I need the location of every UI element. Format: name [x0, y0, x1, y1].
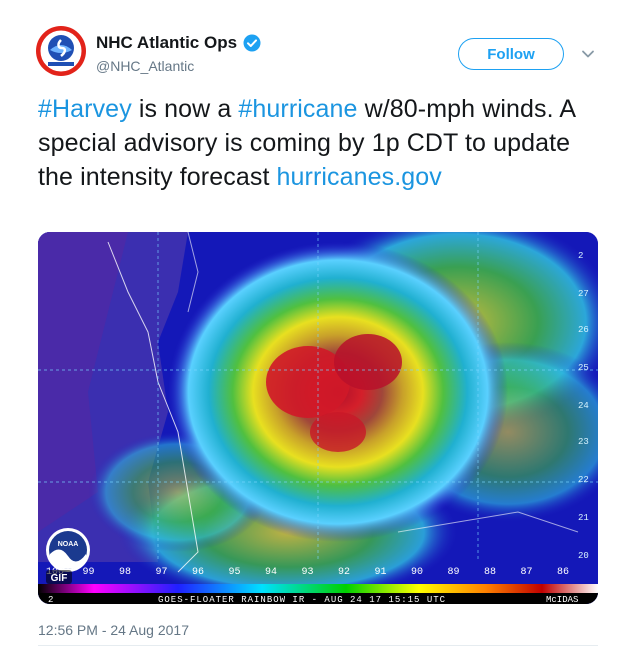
gif-badge: GIF — [46, 570, 72, 584]
mcidas-credit: McIDAS — [546, 595, 578, 604]
hashtag-link[interactable]: #hurricane — [238, 95, 357, 123]
longitude-label: 94 — [265, 567, 277, 578]
latitude-label: 23 — [578, 437, 589, 447]
latitude-label: 2 — [578, 251, 583, 261]
noaa-logo-icon: NOAA — [46, 528, 90, 572]
url-link[interactable]: hurricanes.gov — [277, 163, 442, 191]
longitude-label: 92 — [338, 567, 350, 578]
latitude-label: 21 — [578, 513, 589, 523]
longitude-label: 98 — [119, 567, 131, 578]
nhc-seal-icon[interactable] — [36, 26, 86, 76]
chevron-down-icon[interactable] — [580, 46, 596, 62]
account-names: NHC Atlantic Ops @NHC_Atlantic — [96, 33, 261, 74]
account-handle[interactable]: @NHC_Atlantic — [96, 58, 261, 74]
follow-button[interactable]: Follow — [458, 38, 564, 70]
longitude-label: 89 — [448, 567, 460, 578]
latitude-label: 20 — [578, 551, 589, 561]
tweet-text-segment: is now a — [131, 95, 239, 123]
hashtag-link[interactable]: #Harvey — [38, 95, 132, 123]
latitude-label: 27 — [578, 289, 589, 299]
hurricane-satellite-image[interactable]: 22726252423222120 1009998979695949392919… — [38, 232, 598, 604]
display-name[interactable]: NHC Atlantic Ops — [96, 33, 261, 53]
longitude-label: 96 — [192, 567, 204, 578]
longitude-label: 93 — [302, 567, 314, 578]
latitude-label: 26 — [578, 325, 589, 335]
tweet-header: NHC Atlantic Ops @NHC_Atlantic Follow — [0, 0, 636, 90]
tweet-timestamp[interactable]: 12:56 PM - 24 Aug 2017 — [38, 622, 189, 638]
display-name-text[interactable]: NHC Atlantic Ops — [96, 33, 237, 53]
gif-label: GIF — [51, 573, 68, 584]
longitude-label: 86 — [557, 567, 569, 578]
latitude-label: 22 — [578, 475, 589, 485]
latitude-label: 25 — [578, 363, 589, 373]
latitude-label: 24 — [578, 401, 589, 411]
longitude-label: 99 — [83, 567, 95, 578]
longitude-label: 88 — [484, 567, 496, 578]
satellite-caption: GOES-FLOATER RAINBOW IR - AUG 24 17 15:1… — [158, 595, 446, 604]
longitude-label: 90 — [411, 567, 423, 578]
noaa-logo-text: NOAA — [58, 541, 79, 548]
longitude-label: 95 — [229, 567, 241, 578]
divider — [38, 645, 598, 646]
verified-badge-icon — [243, 34, 261, 52]
longitude-label: 91 — [375, 567, 387, 578]
longitude-label: 97 — [156, 567, 168, 578]
scale-start-label: 2 — [48, 595, 53, 604]
tweet-text: #Harvey is now a #hurricane w/80-mph win… — [38, 92, 608, 194]
longitude-label: 87 — [521, 567, 533, 578]
